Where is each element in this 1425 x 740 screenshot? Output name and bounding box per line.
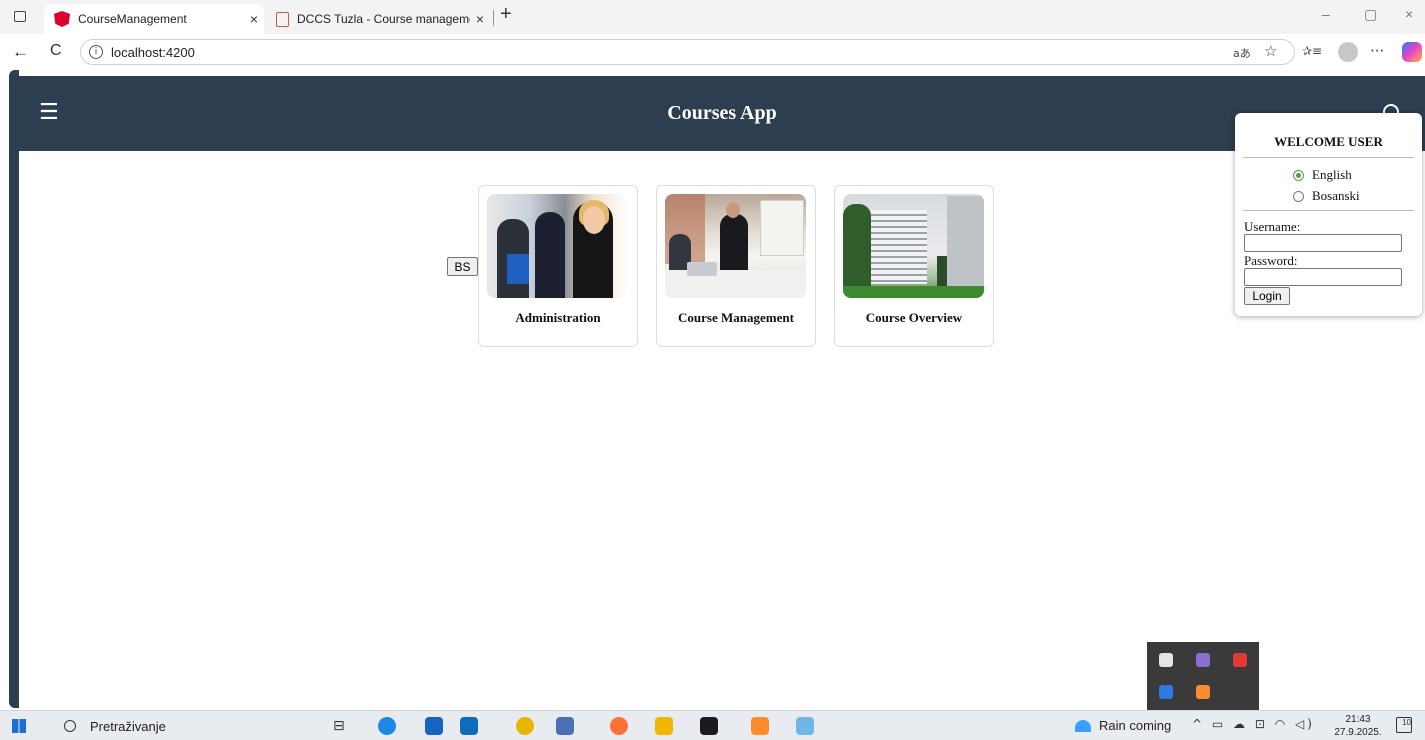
new-tab-button[interactable]: + (500, 3, 512, 26)
tab-divider (493, 10, 494, 26)
store-icon[interactable] (425, 717, 443, 735)
xampp-taskbar-icon[interactable] (751, 717, 769, 735)
clock-date: 27.9.2025. (1334, 727, 1382, 738)
card-label: Course Management (678, 310, 794, 325)
pdf-icon (276, 11, 289, 27)
card-course-overview[interactable]: Course Overview (834, 185, 994, 347)
clock-time: 21:43 (1345, 714, 1371, 725)
xampp-icon[interactable] (1196, 685, 1210, 699)
search-icon (64, 720, 76, 732)
weather-text: Rain coming (1099, 718, 1172, 733)
back-button[interactable]: ← (12, 42, 29, 62)
notification-count: 10 (1402, 718, 1411, 727)
start-button[interactable] (12, 719, 26, 733)
feather-icon[interactable] (1196, 653, 1210, 667)
site-info-icon[interactable]: i (89, 45, 103, 59)
app-title: Courses App (667, 102, 777, 124)
divider (1243, 157, 1414, 158)
copilot-icon[interactable] (1402, 42, 1422, 62)
password-label: Password: (1244, 253, 1298, 268)
favorites-list-icon[interactable]: ✰≡ (1302, 44, 1322, 58)
card-administration[interactable]: Administration (478, 185, 638, 347)
angular-icon (54, 11, 70, 27)
address-bar-row: ← C i localhost:4200 aあ ☆ ✰≡ ··· (0, 34, 1425, 70)
language-toggle-button[interactable]: BS (447, 257, 478, 276)
edge-icon[interactable] (378, 717, 396, 735)
file-explorer-icon[interactable] (655, 717, 673, 735)
card-course-management[interactable]: Course Management (656, 185, 816, 347)
username-label: Username: (1244, 219, 1301, 234)
language-option-bosanski[interactable]: Bosanski (1293, 188, 1360, 204)
tray-overflow-popup (1147, 642, 1259, 710)
browser-tab-strip: CourseManagement × DCCS Tuzla - Course m… (0, 0, 1425, 34)
radio-label: Bosanski (1312, 188, 1360, 203)
tab-actions-icon[interactable] (14, 11, 26, 22)
taskbar: Pretraživanje ⊟ Rain coming ^ ▭ ☁ ⊡ ◠ ◁)… (0, 710, 1425, 740)
tab-close-icon[interactable]: × (244, 11, 264, 27)
video-recorder-icon[interactable] (1233, 653, 1247, 667)
task-view-icon[interactable]: ⊟ (333, 718, 345, 734)
app-header: ☰ Courses App (19, 76, 1425, 151)
campus-building-photo (843, 194, 984, 298)
system-tray-icons[interactable]: ^ ▭ ☁ ⊡ ◠ ◁) (1192, 717, 1315, 731)
search-placeholder: Pretraživanje (90, 718, 166, 734)
login-button[interactable]: Login (1244, 287, 1290, 305)
app-frame-edge (9, 70, 19, 708)
firefox-icon[interactable] (610, 717, 628, 735)
intellij-icon[interactable] (700, 717, 718, 735)
divider (1243, 210, 1414, 211)
security-shield-icon[interactable] (1159, 653, 1173, 667)
snipping-tool-icon[interactable] (796, 717, 814, 735)
language-option-english[interactable]: English (1293, 167, 1352, 183)
outlook-icon[interactable] (460, 717, 478, 735)
login-panel: WELCOME USER English Bosanski Username: … (1235, 113, 1422, 316)
taskbar-clock[interactable]: 21:43 27.9.2025. (1330, 713, 1386, 739)
close-window-button[interactable]: × (1405, 6, 1413, 22)
url-text: localhost:4200 (111, 44, 195, 60)
weather-widget[interactable]: Rain coming (1075, 718, 1171, 733)
cloud-sync-icon[interactable] (1159, 685, 1173, 699)
url-bar[interactable]: i localhost:4200 (80, 39, 1295, 65)
username-input[interactable] (1244, 234, 1402, 252)
meeting-room-photo (665, 194, 806, 298)
radio-label: English (1312, 167, 1352, 182)
business-team-photo (487, 194, 628, 298)
radio-bosanski[interactable] (1293, 190, 1304, 202)
maximize-button[interactable]: ▢ (1364, 6, 1377, 23)
favorite-star-icon[interactable]: ☆ (1264, 42, 1277, 60)
tab-coursemanagement[interactable]: CourseManagement × (44, 4, 264, 34)
notes-icon[interactable] (556, 717, 574, 735)
radio-english[interactable] (1293, 169, 1304, 181)
minimize-button[interactable]: – (1322, 6, 1330, 22)
password-input[interactable] (1244, 268, 1402, 286)
tab-label: DCCS Tuzla - Course managemen (297, 12, 470, 26)
welcome-heading: WELCOME USER (1274, 134, 1383, 149)
chrome-icon[interactable] (516, 717, 534, 735)
tab-dccs-tuzla[interactable]: DCCS Tuzla - Course managemen × (270, 4, 490, 34)
profile-avatar-icon[interactable] (1338, 42, 1358, 62)
umbrella-icon (1075, 719, 1091, 732)
more-options-icon[interactable]: ··· (1370, 42, 1384, 60)
reload-button[interactable]: C (50, 42, 62, 60)
tab-close-icon[interactable]: × (470, 11, 490, 27)
card-label: Course Overview (865, 310, 963, 325)
notification-center-icon[interactable]: 10 (1396, 717, 1412, 733)
read-aloud-icon[interactable]: aあ (1233, 45, 1251, 61)
tab-label: CourseManagement (78, 12, 187, 26)
card-label: Administration (515, 310, 601, 325)
taskbar-search[interactable]: Pretraživanje (52, 713, 314, 739)
